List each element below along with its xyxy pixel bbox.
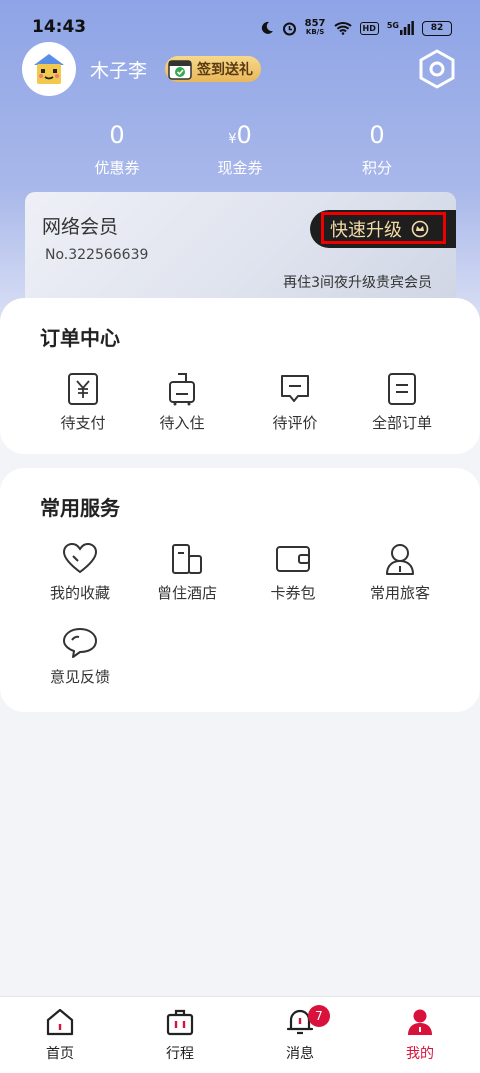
service-card-wallet[interactable]: 卡券包 — [238, 542, 348, 603]
service-item-label: 我的收藏 — [49, 584, 110, 602]
calendar-check-icon — [168, 60, 192, 80]
tab-messages[interactable]: 7 消息 — [240, 1005, 360, 1063]
battery-indicator: 82 — [422, 20, 452, 36]
stat-coupons[interactable]: 0 优惠券 — [57, 120, 177, 178]
quick-upgrade-label: 快速升级 — [330, 220, 402, 241]
service-feedback[interactable]: 意见反馈 — [25, 626, 135, 687]
order-item-label: 待评价 — [272, 414, 318, 432]
signal-bars-icon — [400, 21, 414, 35]
tab-label: 行程 — [166, 1046, 194, 1062]
service-favorites[interactable]: 我的收藏 — [25, 542, 135, 603]
profile-icon — [408, 1009, 432, 1035]
order-center-title: 订单中心 — [40, 326, 120, 350]
net-speed-value: 857 — [304, 18, 326, 29]
stat-value: ¥0 — [228, 121, 252, 149]
service-item-label: 常用旅客 — [369, 584, 430, 602]
status-time: 14:43 — [32, 17, 87, 37]
signal-label: 5G — [386, 21, 399, 30]
order-item-label: 待支付 — [60, 414, 106, 432]
service-item-label: 意见反馈 — [49, 668, 110, 686]
avatar-house-icon — [34, 54, 64, 84]
moon-icon — [261, 21, 273, 34]
chat-bubble-icon — [63, 628, 97, 658]
services-panel: 常用服务 我的收藏 曾住酒店 卡券包 常用旅客 意见反馈 — [0, 468, 480, 712]
services-title: 常用服务 — [40, 496, 120, 520]
order-item-label: 全部订单 — [371, 414, 432, 432]
user-name[interactable]: 木子李 — [90, 56, 147, 83]
profile-row: 木子李 签到送礼 — [22, 42, 458, 96]
order-list-icon — [388, 373, 416, 405]
stat-value: 0 — [369, 121, 385, 149]
service-item-label: 卡券包 — [270, 584, 316, 602]
message-count-badge: 7 — [308, 1005, 330, 1027]
luggage-icon — [169, 373, 195, 406]
suitcase-icon — [166, 1009, 194, 1036]
order-all[interactable]: 全部订单 — [347, 372, 457, 433]
wifi-icon — [333, 22, 352, 35]
service-frequent-travelers[interactable]: 常用旅客 — [345, 542, 455, 603]
signin-label: 签到送礼 — [197, 62, 254, 78]
person-icon — [386, 544, 414, 575]
settings-hexagon-icon[interactable] — [416, 48, 458, 90]
avatar[interactable] — [22, 42, 76, 96]
order-item-label: 待入住 — [159, 414, 205, 432]
stat-value: 0 — [109, 121, 125, 149]
status-icons: 857 KB/S HD 5G 82 — [260, 19, 452, 37]
alarm-icon — [282, 22, 296, 35]
service-item-label: 曾住酒店 — [156, 584, 217, 602]
service-stayed-hotels[interactable]: 曾住酒店 — [132, 542, 242, 603]
stat-label: 现金券 — [217, 159, 263, 177]
net-speed: 857 KB/S — [305, 19, 326, 37]
stat-points[interactable]: 0 积分 — [317, 120, 437, 178]
quick-upgrade-button[interactable]: 快速升级 — [310, 210, 456, 248]
stat-cash-vouchers[interactable]: ¥0 现金券 — [180, 120, 300, 178]
wallet-icon — [276, 546, 310, 572]
tab-label: 首页 — [46, 1046, 74, 1062]
home-icon — [46, 1008, 74, 1036]
heart-icon — [62, 542, 98, 574]
upgrade-hint: 再住3间夜升级贵宾会员 — [283, 275, 432, 291]
building-icon — [172, 544, 202, 574]
tab-label: 我的 — [406, 1046, 434, 1062]
member-number: No.322566639 — [45, 247, 149, 263]
tab-label: 消息 — [286, 1046, 314, 1062]
tab-home[interactable]: 首页 — [0, 1007, 120, 1063]
stat-label: 优惠券 — [94, 159, 140, 177]
tab-mine[interactable]: 我的 — [360, 1007, 480, 1063]
order-center-panel: 订单中心 待支付 待入住 待评价 全部订单 — [0, 298, 480, 454]
tab-trips[interactable]: 行程 — [120, 1007, 240, 1063]
signal-indicator: 5G — [387, 21, 414, 35]
yen-card-icon — [68, 373, 98, 405]
signin-gift-button[interactable]: 签到送礼 — [165, 56, 262, 82]
stat-label: 积分 — [361, 159, 392, 177]
member-level-title: 网络会员 — [42, 216, 119, 238]
hd-indicator: HD — [359, 21, 379, 35]
net-speed-unit: KB/S — [305, 28, 325, 36]
order-pending-review[interactable]: 待评价 — [240, 372, 350, 433]
crown-badge-icon — [411, 220, 429, 238]
comment-icon — [281, 375, 309, 402]
bottom-tab-bar: 首页 行程 7 消息 我的 — [0, 996, 480, 1073]
order-pending-checkin[interactable]: 待入住 — [127, 372, 237, 433]
order-pending-payment[interactable]: 待支付 — [28, 372, 138, 433]
